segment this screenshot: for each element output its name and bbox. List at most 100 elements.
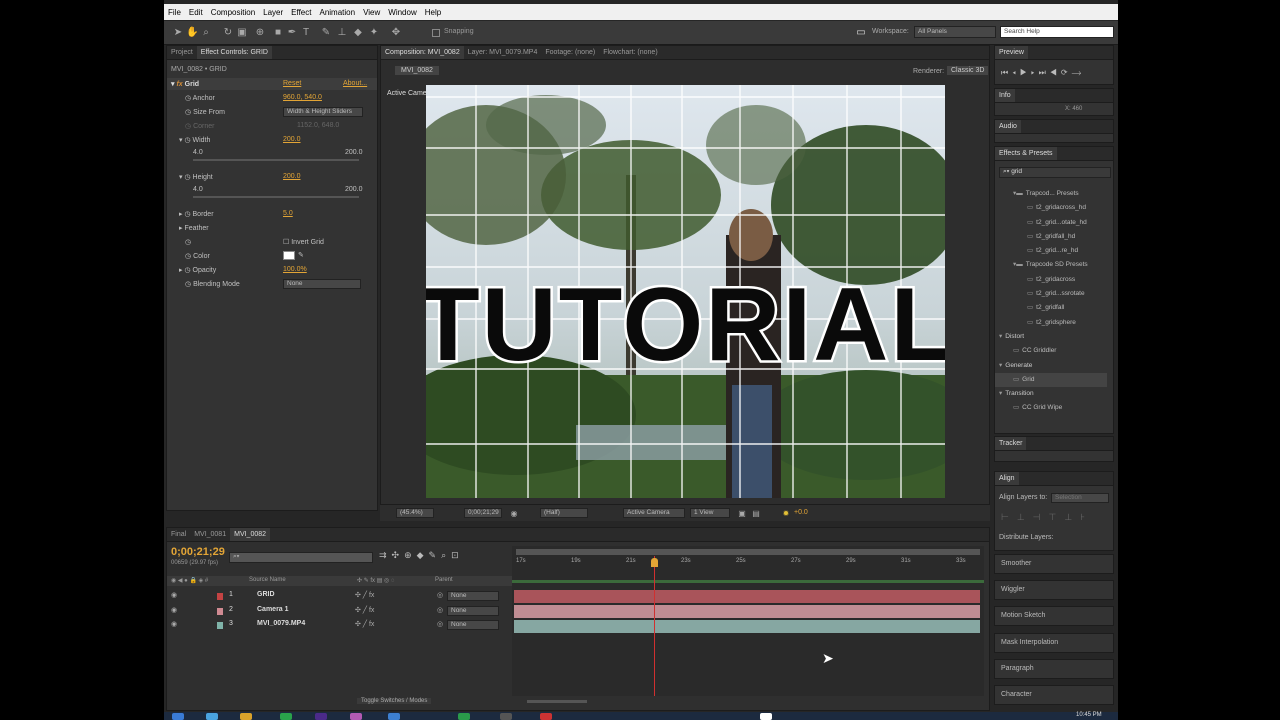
zoom-tool-icon[interactable]: ⌕ [200, 26, 212, 39]
ie-icon[interactable] [206, 713, 218, 720]
text-tool-icon[interactable]: T [300, 26, 312, 39]
panel-character[interactable]: Character [994, 685, 1114, 705]
panel-wiggler[interactable]: Wiggler [994, 580, 1114, 601]
selection-tool-icon[interactable]: ➤ [172, 26, 184, 39]
roto-tool-icon[interactable]: ✦ [368, 26, 380, 39]
chrome-icon[interactable] [500, 713, 512, 720]
menu-layer[interactable]: Layer [259, 8, 287, 17]
camera-view-select[interactable]: Active Camera [623, 508, 685, 518]
layer-color-label[interactable] [217, 622, 223, 629]
tree-item[interactable]: ▭ t2_gridfall_hd [995, 230, 1107, 244]
tree-item[interactable]: ▭ t2_gridfall [995, 301, 1107, 315]
layer-row[interactable]: ◉ 3 MVI_0079.MP4 ✣ ╱ fx ◎ None [167, 619, 512, 632]
panel-motion-sketch[interactable]: Motion Sketch [994, 606, 1114, 627]
align-buttons[interactable]: ⊢⊥⊣⊤⊥⊦ [1001, 512, 1093, 523]
exposure-value[interactable]: +0.0 [794, 509, 808, 516]
tree-item[interactable]: ▭ t2_gridsphere [995, 316, 1107, 330]
snapshot-icon[interactable]: ◉ [508, 507, 520, 520]
layer-duration-bar[interactable] [514, 590, 980, 603]
menu-window[interactable]: Window [384, 8, 420, 17]
work-area-bar[interactable] [516, 549, 980, 555]
parent-pickwhip-icon[interactable]: ◎ [437, 620, 443, 628]
snapping-checkbox[interactable] [432, 29, 440, 37]
tab-preview[interactable]: Preview [995, 46, 1028, 59]
toggle-pixel-aspect-icon[interactable]: ▣ [736, 507, 748, 520]
eraser-tool-icon[interactable]: ◆ [352, 26, 364, 39]
height-slider[interactable] [193, 196, 359, 198]
playhead[interactable] [653, 556, 655, 696]
reset-link[interactable]: Reset [283, 80, 301, 87]
timecode-display[interactable]: 0;00;21;29 [464, 508, 502, 518]
anchor-value[interactable]: 960.0, 540.0 [283, 94, 322, 101]
visibility-icon[interactable]: ◉ [171, 620, 177, 628]
color-swatch[interactable] [283, 251, 295, 260]
workspace-select[interactable]: All Panels [914, 26, 996, 38]
layer-duration-bar[interactable] [514, 605, 980, 618]
timeline-tab-1[interactable]: MVI_0081 [190, 531, 230, 538]
exposure-icon[interactable]: ✹ [780, 507, 792, 520]
toggle-switches-modes[interactable]: Toggle Switches / Modes [357, 698, 432, 704]
puppet-tool-icon[interactable]: ✥ [390, 26, 402, 39]
layer-color-label[interactable] [217, 607, 223, 615]
opacity-value[interactable]: 100.0% [283, 266, 307, 273]
menu-composition[interactable]: Composition [207, 8, 259, 17]
layer-switches[interactable]: ✣ ╱ fx [355, 606, 374, 614]
tab-info[interactable]: Info [995, 89, 1015, 102]
menu-edit[interactable]: Edit [185, 8, 207, 17]
tab-effect-controls[interactable]: Effect Controls: GRID [196, 46, 272, 59]
tab-composition[interactable]: Composition: MVI_0082 [381, 46, 464, 59]
tree-item[interactable]: ▾ Generate [995, 359, 1107, 373]
layer-name[interactable]: GRID [257, 591, 275, 598]
resolution-select[interactable]: (Half) [540, 508, 588, 518]
timeline-timecode[interactable]: 0;00;21;29 [171, 546, 225, 558]
parent-pickwhip-icon[interactable]: ◎ [437, 591, 443, 599]
border-value[interactable]: 5.0 [283, 210, 293, 217]
panel-mask-interpolation[interactable]: Mask Interpolation [994, 632, 1114, 653]
brush-tool-icon[interactable]: ✎ [320, 26, 332, 39]
eyedropper-icon[interactable]: ✎ [298, 251, 304, 259]
app-icon[interactable] [280, 713, 292, 720]
parent-pickwhip-icon[interactable]: ◎ [437, 606, 443, 614]
menu-animation[interactable]: Animation [315, 8, 359, 17]
visibility-icon[interactable]: ◉ [171, 591, 177, 599]
size-from-select[interactable]: Width & Height Sliders [283, 107, 363, 117]
invert-grid-checkbox[interactable]: ☐ Invert Grid [283, 238, 324, 246]
timeline-search-input[interactable]: ⌕▾ [229, 552, 373, 563]
timeline-zoom-slider[interactable] [527, 700, 587, 703]
tab-project[interactable]: Project [167, 49, 197, 56]
pan-behind-tool-icon[interactable]: ⊕ [254, 26, 266, 39]
tab-layer[interactable]: Layer: MVI_0079.MP4 [464, 49, 542, 56]
tab-audio[interactable]: Audio [995, 120, 1021, 133]
invert-stopwatch-icon[interactable]: ◷ [185, 238, 191, 246]
tree-item[interactable]: ▾ Transition [995, 387, 1107, 401]
pen-tool-icon[interactable]: ✒ [286, 26, 298, 39]
playhead-handle[interactable] [650, 558, 658, 567]
blending-mode-select[interactable]: None [283, 279, 361, 289]
composition-viewer[interactable]: TUTORIAL [426, 85, 945, 498]
menu-help[interactable]: Help [421, 8, 445, 17]
word-icon[interactable] [388, 713, 400, 720]
tab-tracker[interactable]: Tracker [995, 437, 1027, 450]
layer-switches[interactable]: ✣ ╱ fx [355, 620, 374, 628]
parent-select[interactable]: None [447, 620, 499, 630]
width-slider[interactable] [193, 159, 359, 161]
app3-icon[interactable] [760, 713, 772, 720]
tab-effects-presets[interactable]: Effects & Presets [995, 147, 1057, 160]
rotate-tool-icon[interactable]: ↻ [222, 26, 234, 39]
tree-folder[interactable]: ▾▬ Trapcode SD Presets [995, 258, 1107, 272]
layer-name[interactable]: MVI_0079.MP4 [257, 620, 305, 627]
layer-name[interactable]: Camera 1 [257, 606, 289, 613]
layer-duration-bar[interactable] [514, 620, 980, 633]
tree-folder[interactable]: ▾▬ Trapcod... Presets [995, 187, 1107, 201]
clone-tool-icon[interactable]: ⊥ [336, 26, 348, 39]
panel-paragraph[interactable]: Paragraph [994, 658, 1114, 679]
tab-footage[interactable]: Footage: (none) [541, 49, 599, 56]
premiere-icon[interactable] [350, 713, 362, 720]
visibility-icon[interactable]: ◉ [171, 606, 177, 614]
tree-item[interactable]: ▭ t2_gridacross_hd [995, 201, 1107, 215]
tree-item[interactable]: ▾ Distort [995, 330, 1107, 344]
panel-smoother[interactable]: Smoother [994, 554, 1114, 574]
tree-item[interactable]: ▭ Grid [995, 372, 1107, 388]
hand-tool-icon[interactable]: ✋ [186, 26, 198, 39]
view-layout-select[interactable]: 1 View [690, 508, 730, 518]
